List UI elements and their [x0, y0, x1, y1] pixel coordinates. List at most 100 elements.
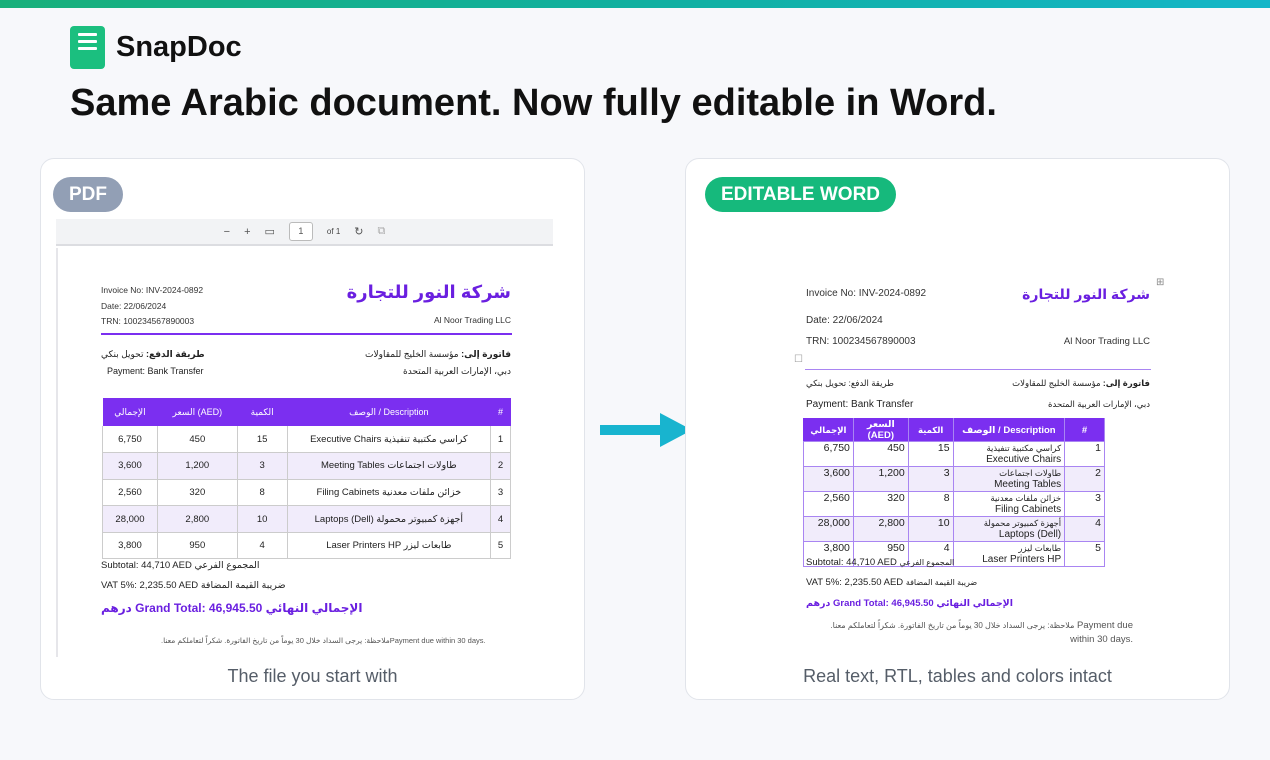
- word-payment-en: Payment: Bank Transfer: [806, 399, 914, 410]
- pdf-badge: PDF: [53, 177, 123, 212]
- checkbox-icon[interactable]: ☐: [794, 354, 803, 365]
- desc-en: Meeting Tables: [994, 479, 1062, 490]
- cell-price: 950: [157, 532, 238, 560]
- cell-price: 320: [157, 479, 238, 507]
- word-badge: EDITABLE WORD: [705, 177, 897, 212]
- cell-total: 3,800: [102, 532, 158, 560]
- cell-qty: 4: [237, 532, 288, 560]
- grand-total-en: Grand Total: 46,945.50: [135, 601, 263, 615]
- cell-num[interactable]: 3: [1064, 491, 1105, 517]
- cell-price[interactable]: 450: [852, 441, 909, 467]
- cell-desc[interactable]: كراسي مكتبية تنفيذية Executive Chairs: [952, 441, 1066, 467]
- word-col-qty: الكمية: [908, 418, 954, 442]
- cell-total[interactable]: 6,750: [803, 441, 854, 467]
- cell-qty[interactable]: 15: [907, 441, 954, 467]
- pdf-caption: The file you start with: [227, 666, 398, 686]
- payment-method-en: Payment: Bank Transfer: [107, 366, 204, 376]
- word-payment-note[interactable]: ملاحظة: يرجى السداد خلال 30 يوماً من تار…: [826, 619, 1133, 647]
- zoom-out-button[interactable]: −: [224, 226, 230, 238]
- word-grand-total-currency: درهم: [806, 598, 831, 609]
- pdf-document: Invoice No: INV-2024-0892 Date: 22/06/20…: [56, 248, 553, 657]
- subtotal-ar: المجموع الفرعي: [194, 560, 260, 571]
- desc-en: Filing Cabinets: [316, 486, 380, 498]
- page-number-input[interactable]: 1: [288, 222, 313, 241]
- word-col-desc: الوصف / Description: [953, 418, 1066, 442]
- cell-qty: 8: [237, 479, 288, 507]
- table-row[interactable]: 2,560 320 8 خزائن ملفات معدنية Filing Cab…: [803, 491, 1105, 517]
- col-qty: الكمية: [237, 398, 288, 426]
- table-row: 6,750 450 15 Executive Chairs كراسي مكتب…: [102, 426, 511, 454]
- company-name-en: Al Noor Trading LLC: [433, 315, 511, 325]
- cell-qty: 3: [237, 452, 288, 480]
- cell-desc[interactable]: خزائن ملفات معدنية Filing Cabinets: [952, 491, 1066, 517]
- table-row[interactable]: 6,750 450 15 كراسي مكتبية تنفيذية Executi…: [803, 441, 1105, 467]
- cell-num: 5: [490, 532, 511, 560]
- table-row[interactable]: 28,000 2,800 10 أجهزة كمبيوتر محمولة Lapt…: [803, 516, 1105, 542]
- cell-price[interactable]: 1,200: [852, 466, 909, 492]
- word-vat[interactable]: VAT 5%: 2,235.50 AED ضريبة القيمة المضاف…: [806, 577, 977, 588]
- subtotal: Subtotal: 44,710 AED المجموع الفرعي: [101, 560, 260, 571]
- cell-qty[interactable]: 3: [907, 466, 954, 492]
- payment-note: ملاحظة: يرجى السداد خلال 30 يوماً من تار…: [161, 636, 486, 645]
- desc-ar: طاولات اجتماعات: [999, 468, 1062, 478]
- cell-desc[interactable]: طاولات اجتماعات Meeting Tables: [952, 466, 1066, 492]
- cell-num[interactable]: 1: [1064, 441, 1105, 467]
- pdf-card: PDF − + ▭ 1 of 1 ↻ ⧉ Invoice No: INV-202…: [40, 158, 585, 700]
- cell-desc: Executive Chairs كراسي مكتبية تنفيذية: [287, 426, 492, 454]
- word-caption: Real text, RTL, tables and colors intact: [803, 666, 1112, 686]
- cell-qty[interactable]: 8: [907, 491, 954, 517]
- zoom-in-button[interactable]: +: [244, 226, 250, 238]
- cell-total[interactable]: 28,000: [803, 516, 854, 542]
- cell-desc: Meeting Tables طاولات اجتماعات: [287, 452, 492, 480]
- word-payment-ar: طريقة الدفع: تحويل بنكي: [806, 378, 894, 389]
- table-row: 2,560 320 8 Filing Cabinets خزائن ملفات …: [102, 479, 511, 507]
- cell-desc[interactable]: طابعات ليزر Laser Printers HP: [952, 541, 1066, 567]
- desc-ar: أجهزة كمبيوتر محمولة: [983, 518, 1062, 528]
- table-move-handle-icon[interactable]: ⊞: [1156, 277, 1164, 288]
- desc-en: Meeting Tables: [320, 460, 385, 472]
- cell-price: 1,200: [157, 452, 238, 480]
- word-payment-value: تحويل بنكي: [806, 378, 847, 388]
- cell-total[interactable]: 3,600: [803, 466, 854, 492]
- word-items-table[interactable]: الإجمالي السعر (AED) الكمية الوصف / Desc…: [803, 418, 1105, 567]
- cell-qty[interactable]: 10: [907, 516, 954, 542]
- payment-method-ar: طريقة الدفع: تحويل بنكي: [101, 349, 205, 360]
- header-divider: [101, 333, 512, 335]
- rotate-icon[interactable]: ↻: [354, 225, 363, 238]
- desc-en: Laptops (Dell): [998, 529, 1062, 540]
- cell-num: 3: [490, 479, 511, 507]
- word-subtotal-ar: المجموع الفرعي: [899, 558, 955, 567]
- word-card: EDITABLE WORD ⊞ Invoice No: INV-2024-089…: [685, 158, 1230, 700]
- cell-num: 1: [490, 426, 511, 454]
- invoice-number: Invoice No: INV-2024-0892: [101, 285, 204, 295]
- fit-page-icon[interactable]: ▭: [265, 225, 275, 238]
- word-bill-to: فاتورة إلى: مؤسسة الخليج للمقاولات: [1012, 378, 1150, 389]
- pdf-items-table: الإجمالي السعر (AED) الكمية الوصف / Desc…: [102, 398, 511, 560]
- note-en: Payment due within 30 days.: [389, 636, 486, 645]
- word-subtotal[interactable]: Subtotal: 44,710 AED المجموع الفرعي: [806, 557, 954, 568]
- cell-price[interactable]: 2,800: [852, 516, 909, 542]
- cell-desc: Laptops (Dell) أجهزة كمبيوتر محمولة: [287, 505, 492, 533]
- page-count: of 1: [326, 227, 341, 236]
- bill-to-city: دبي، الإمارات العربية المتحدة: [403, 366, 511, 376]
- word-note-ar: ملاحظة: يرجى السداد خلال 30 يوماً من تار…: [830, 621, 1075, 630]
- table-row[interactable]: 3,600 1,200 3 طاولات اجتماعات Meeting Tab…: [803, 466, 1105, 492]
- cell-price: 450: [157, 426, 238, 454]
- cell-num[interactable]: 5: [1064, 541, 1105, 567]
- cell-total[interactable]: 2,560: [803, 491, 854, 517]
- cell-price[interactable]: 320: [852, 491, 909, 517]
- cell-num[interactable]: 2: [1064, 466, 1105, 492]
- word-vat-ar: ضريبة القيمة المضافة: [905, 578, 978, 587]
- word-grand-total[interactable]: الإجمالي النهائي Grand Total: 46,945.50 …: [806, 598, 1013, 609]
- subtotal-en: Subtotal: 44,710 AED: [101, 560, 192, 571]
- desc-ar: كراسي مكتبية تنفيذية: [384, 433, 468, 445]
- arrow-right-icon: [600, 413, 692, 447]
- invoice-date: Date: 22/06/2024: [101, 301, 167, 311]
- cell-price: 2,800: [157, 505, 238, 533]
- word-grand-total-en: Grand Total: 46,945.50: [833, 598, 934, 609]
- cell-desc[interactable]: أجهزة كمبيوتر محمولة Laptops (Dell): [952, 516, 1066, 542]
- copy-icon[interactable]: ⧉: [377, 225, 385, 238]
- invoice-trn: TRN: 100234567890003: [101, 316, 195, 326]
- word-invoice-trn: TRN: 100234567890003: [806, 336, 916, 347]
- cell-num[interactable]: 4: [1064, 516, 1105, 542]
